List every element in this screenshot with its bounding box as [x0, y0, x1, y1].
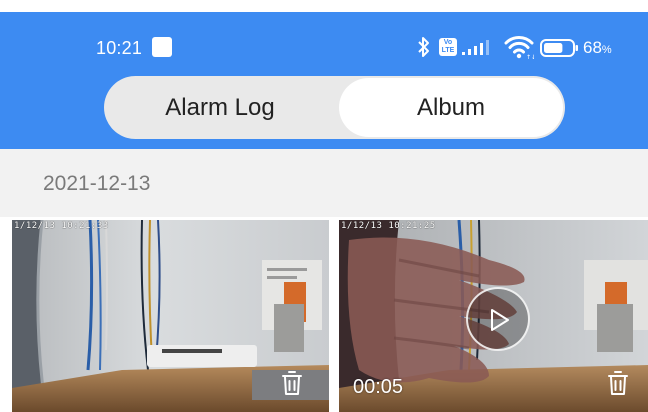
- bluetooth-icon: [418, 37, 429, 57]
- trash-icon[interactable]: [281, 370, 303, 396]
- svg-text:↑↓: ↑↓: [526, 54, 534, 60]
- wifi-icon: ↑↓: [504, 36, 534, 60]
- photo-timestamp: 1/12/13 10:21:33: [14, 221, 109, 231]
- status-time: 10:21: [96, 38, 143, 58]
- battery-percent-unit: %: [601, 44, 612, 56]
- signal-icon: [462, 40, 489, 55]
- album-item-video[interactable]: 1/12/13 10:21:25 00:05: [339, 220, 648, 412]
- tab-album[interactable]: Album: [339, 78, 563, 137]
- battery-icon: [540, 39, 578, 57]
- video-timestamp: 1/12/13 10:21:25: [341, 221, 436, 231]
- notification-square-icon: [152, 37, 172, 57]
- play-button[interactable]: [466, 287, 530, 351]
- album-date: 2021-12-13: [43, 172, 151, 195]
- video-duration: 00:05: [353, 376, 404, 398]
- volte-icon: Vo LTE: [439, 38, 457, 56]
- tab-alarm-log[interactable]: Alarm Log: [104, 76, 336, 139]
- view-switcher: Alarm Log Album: [104, 76, 565, 139]
- trash-icon[interactable]: [607, 370, 629, 396]
- battery-percent-value: 68: [583, 38, 602, 57]
- top-strip: [0, 0, 648, 12]
- battery-percent: 68%: [583, 38, 612, 58]
- play-icon: [491, 309, 509, 331]
- album-item-photo[interactable]: 1/12/13 10:21:33: [12, 220, 329, 412]
